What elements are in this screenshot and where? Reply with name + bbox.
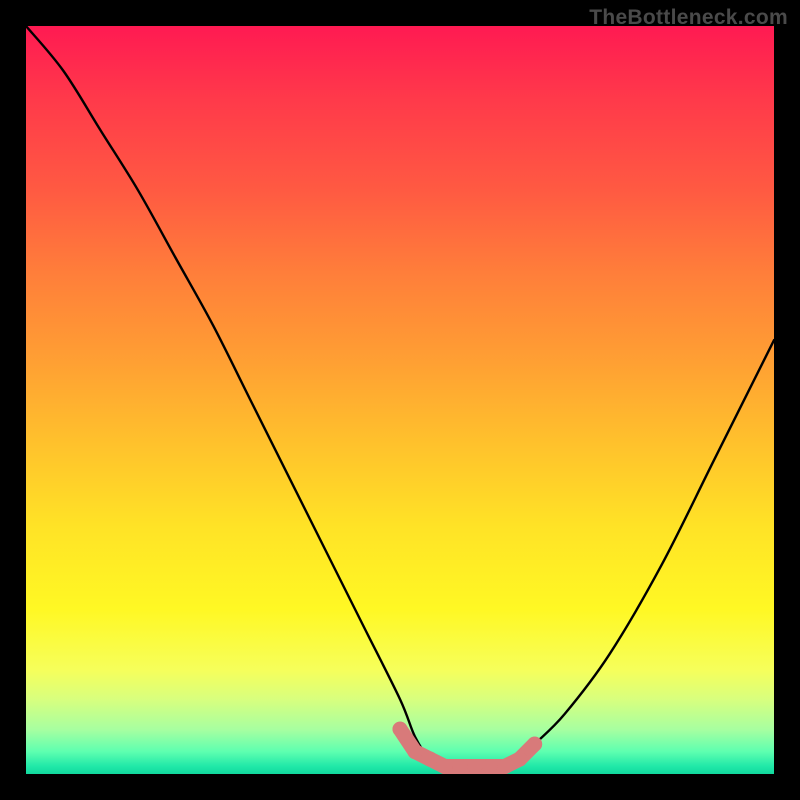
plot-area [26,26,774,774]
chart-frame: TheBottleneck.com [0,0,800,800]
highlight-dot [437,759,452,774]
highlight-dot [512,752,527,767]
highlight-dot [482,759,497,774]
highlight-dot [527,737,542,752]
highlight-dot [422,752,437,767]
highlight-dot [393,722,408,737]
highlight-dot [497,759,512,774]
curve-svg [26,26,774,774]
watermark-text: TheBottleneck.com [589,6,788,30]
highlight-dot [467,759,482,774]
highlight-dot [452,759,467,774]
highlight-band [393,722,543,774]
bottleneck-curve [26,26,774,767]
highlight-dot [407,744,422,759]
